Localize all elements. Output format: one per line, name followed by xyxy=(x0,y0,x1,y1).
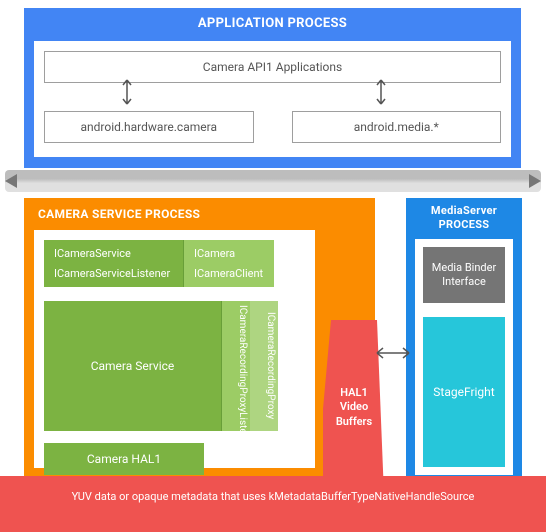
application-process-container: APPLICATION PROCESS Camera API1 Applicat… xyxy=(24,8,521,168)
mediaserver-title-line1: MediaServer xyxy=(431,204,497,217)
mediaserver-process-title: MediaServer PROCESS xyxy=(406,198,522,239)
camera-service-box: Camera Service xyxy=(44,301,222,431)
android-media-box: android.media.* xyxy=(292,111,502,143)
android-hardware-camera-box: android.hardware.camera xyxy=(44,111,254,143)
icamera-recording-proxy-listener-box: ICameraRecordingProxyListener xyxy=(222,301,250,431)
hal1-video-buffers-label: HAL1 Video Buffers xyxy=(325,386,383,429)
camera-api1-apps-box: Camera API1 Applications xyxy=(44,51,501,83)
media-binder-interface-box: Media Binder Interface xyxy=(423,247,505,304)
icamera-client-box: ICameraClient xyxy=(184,260,274,287)
camera-service-process-title: CAMERA SERVICE PROCESS xyxy=(24,198,375,230)
camera-service-process-inner: ICameraService ICamera ICameraServiceLis… xyxy=(34,230,315,468)
camera-hal1-box: Camera HAL1 xyxy=(44,443,204,475)
icamera-service-listener-box: ICameraServiceListener xyxy=(44,260,184,287)
arrow-csp-msp xyxy=(375,345,411,361)
icamera-recording-proxy-box: ICameraRecordingProxy xyxy=(250,301,278,431)
application-process-title: APPLICATION PROCESS xyxy=(24,8,521,41)
application-process-inner: Camera API1 Applications android.hardwar… xyxy=(34,41,511,157)
mediaserver-title-line2: PROCESS xyxy=(439,218,490,231)
stagefright-box: StageFright xyxy=(423,317,505,466)
mediaserver-process-container: MediaServer PROCESS Media Binder Interfa… xyxy=(406,198,522,480)
footer-yuv-note: YUV data or opaque metadata that uses kM… xyxy=(0,476,546,532)
mediaserver-process-inner: Media Binder Interface StageFright xyxy=(415,239,513,475)
horizontal-connector-bar xyxy=(5,170,541,192)
